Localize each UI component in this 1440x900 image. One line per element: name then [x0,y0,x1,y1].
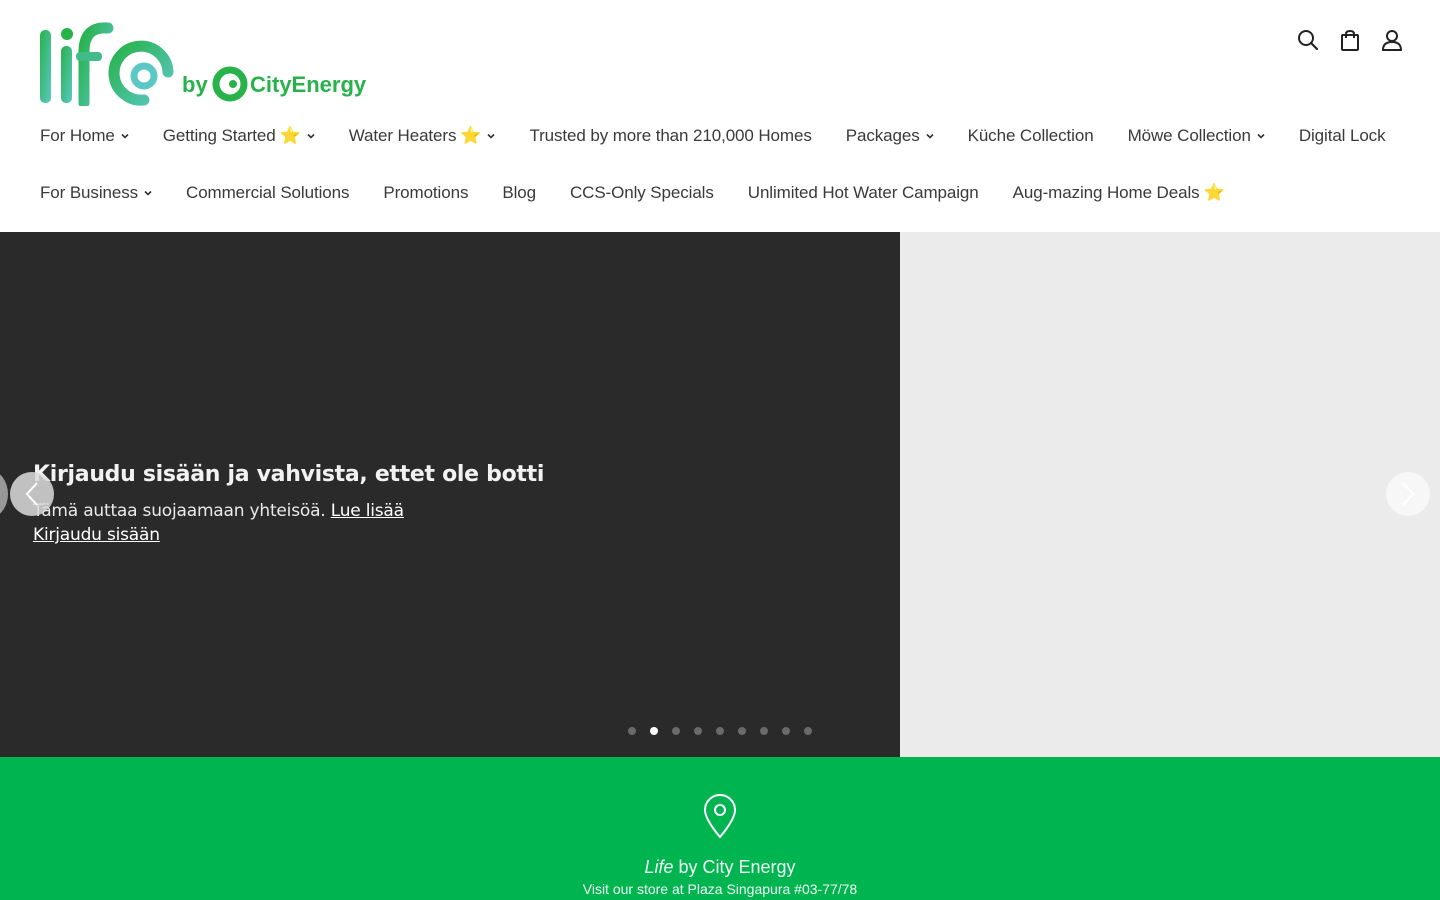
store-location-band: Life by City Energy Visit our store at P… [0,757,1440,900]
notice-message: Tämä auttaa suojaamaan yhteisöä. [33,501,326,521]
chevron-down-icon [307,133,315,139]
nav-item-label: Blog [502,183,536,202]
notice-text: Tämä auttaa suojaamaan yhteisöä. Lue lis… [33,499,544,547]
nav-item-label: For Business [40,183,139,202]
nav-item-label: Unlimited Hot Water Campaign [747,183,979,202]
nav-item-getting-started[interactable]: Getting Started ⭐ [163,126,315,146]
nav-item-aug-mazing-home-deals[interactable]: Aug-mazing Home Deals ⭐ [1013,183,1225,203]
store-title-rest: by City Energy [673,857,796,877]
nav-item-label: Getting Started [162,126,276,145]
nav-item-label: Digital Lock [1298,126,1386,145]
nav-item-unlimited-hot-water-campaign[interactable]: Unlimited Hot Water Campaign [748,183,979,203]
store-address: Visit our store at Plaza Singapura #03-7… [582,881,858,897]
nav-item-label: Trusted by more than 210,000 Homes [529,126,812,145]
star-icon: ⭐ [279,126,301,145]
slide-dot[interactable] [716,727,724,735]
logo-by-text: by [182,72,208,97]
store-title[interactable]: Life by City Energy [0,857,1440,878]
nav-item-ccs-only-specials[interactable]: CCS-Only Specials [570,183,714,203]
nav-item-for-business[interactable]: For Business [40,183,152,203]
hero-slideshow: Kirjaudu sisään ja vahvista, ettet ole b… [0,232,1440,757]
notice-title: Kirjaudu sisään ja vahvista, ettet ole b… [33,462,545,487]
nav-item-blog[interactable]: Blog [502,183,536,203]
sign-in-link[interactable]: Kirjaudu sisään [33,525,160,545]
nav-item-promotions[interactable]: Promotions [383,183,468,203]
site-header: by CityEnergy For Home Getting Started ⭐ Wa… [0,0,1440,232]
chevron-down-icon [487,133,496,139]
chevron-down-icon [926,133,934,139]
main-nav-row-1: For Home Getting Started ⭐ Water Heaters ⭐ Tr… [40,126,1420,146]
nav-item-label: Küche Collection [967,126,1094,145]
nav-item-label: Packages [845,126,920,145]
search-icon[interactable] [1296,28,1320,52]
nav-item-label: CCS-Only Specials [569,183,714,202]
account-icon[interactable] [1380,28,1404,52]
slide-pagination [628,727,812,735]
logo-company-text: CityEnergy [250,72,367,97]
slide-dot[interactable] [804,727,812,735]
nav-item-label: Promotions [383,183,469,202]
slide-dot[interactable] [672,727,680,735]
chevron-right-icon [1402,482,1415,506]
bag-icon[interactable] [1338,28,1362,52]
prev-slide-button[interactable] [10,472,54,516]
slide-dot[interactable] [782,727,790,735]
next-slide-button[interactable] [1386,472,1430,516]
slide-panel: Kirjaudu sisään ja vahvista, ettet ole b… [0,232,900,757]
nav-item-label: Commercial Solutions [186,183,350,202]
star-icon: ⭐ [1203,183,1225,202]
nav-item-packages[interactable]: Packages [846,126,934,146]
nav-item-k-che-collection[interactable]: Küche Collection [968,126,1094,146]
nav-item-label: Aug-mazing Home Deals [1012,183,1200,202]
nav-item-commercial-solutions[interactable]: Commercial Solutions [186,183,349,203]
slide-dot[interactable] [694,727,702,735]
nav-item-water-heaters[interactable]: Water Heaters ⭐ [349,126,496,146]
chevron-down-icon [1257,133,1265,139]
store-title-em: Life [644,857,674,877]
header-icons [1296,28,1404,52]
nav-item-label: Möwe Collection [1127,126,1251,145]
slide-dot[interactable] [738,727,746,735]
nav-item-m-we-collection[interactable]: Möwe Collection [1128,126,1265,146]
nav-item-trusted-by-more-than-210-000-homes[interactable]: Trusted by more than 210,000 Homes [529,126,811,146]
life-by-city-energy-logo[interactable]: by CityEnergy [40,22,370,109]
nav-item-for-home[interactable]: For Home [40,126,129,146]
main-nav-row-2: For Business Commercial Solutions Promotio… [40,183,1259,203]
nav-item-label: Water Heaters [348,126,457,145]
chevron-left-icon [25,482,38,506]
slide-dot[interactable] [650,727,658,735]
nav-item-digital-lock[interactable]: Digital Lock [1299,126,1386,146]
bot-verification-notice: Kirjaudu sisään ja vahvista, ettet ole b… [33,462,544,547]
chevron-down-icon [144,190,152,196]
nav-item-label: For Home [40,126,115,145]
star-icon: ⭐ [460,126,482,145]
learn-more-link[interactable]: Lue lisää [331,501,404,521]
slide-dot[interactable] [628,727,636,735]
chevron-down-icon [121,133,129,139]
slide-dot[interactable] [760,727,768,735]
location-pin-icon [703,794,737,839]
